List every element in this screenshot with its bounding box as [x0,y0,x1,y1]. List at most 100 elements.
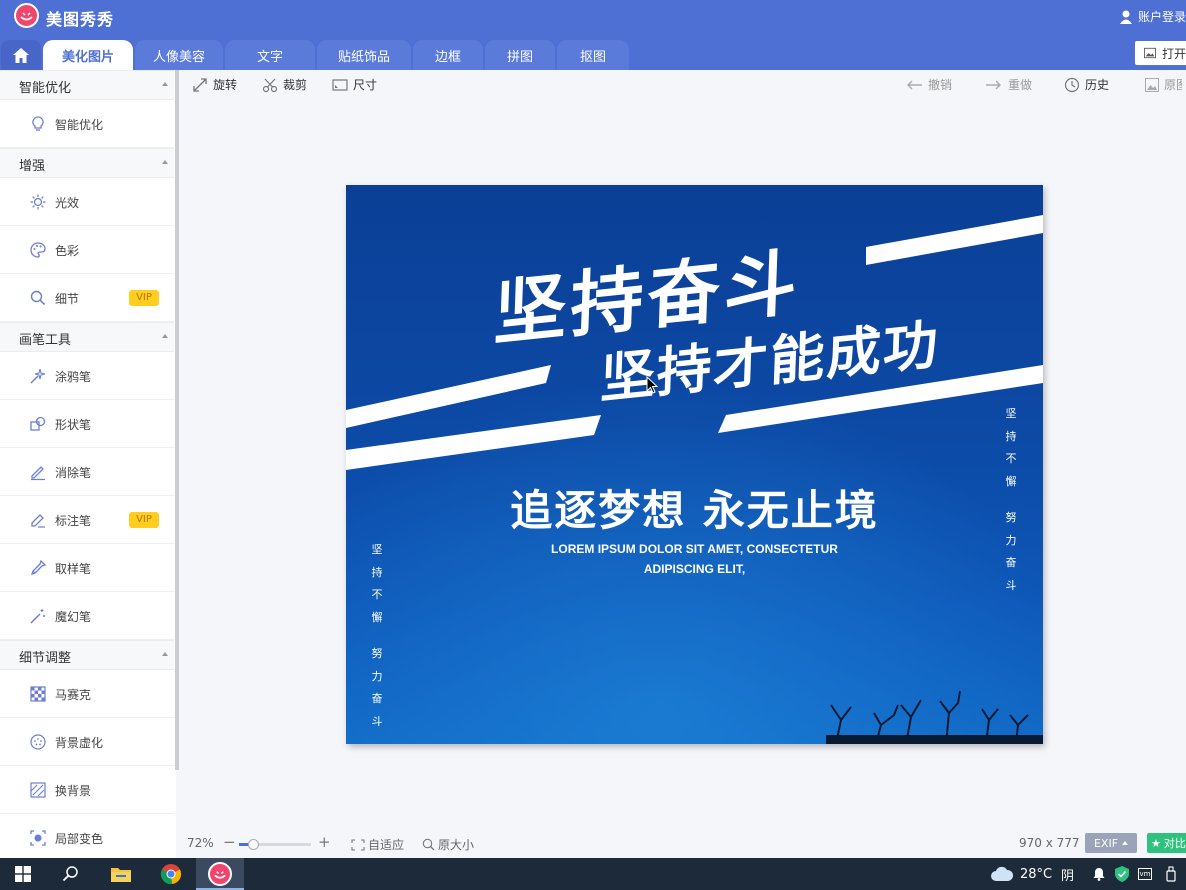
mosaic-icon [30,686,46,702]
chrome-button[interactable] [148,858,194,890]
zoom-slider[interactable] [239,839,311,850]
tool-background-blur[interactable]: 背景虚化 [0,718,174,766]
tab-portrait[interactable]: 人像美容 [135,40,223,70]
tool-replace-background[interactable]: 换背景 [0,766,174,814]
tab-beautify[interactable]: 美化图片 [43,40,133,70]
magic-wand-icon [30,609,45,624]
meitu-taskbar-button[interactable] [196,858,244,890]
tool-local-recolor[interactable]: 局部变色 [0,814,174,858]
fit-button[interactable]: 自适应 [351,836,404,853]
zoom-slider-thumb[interactable] [248,839,259,850]
tool-label: 色彩 [55,244,80,258]
chrome-icon [160,864,182,885]
tab-frames[interactable]: 边框 [413,40,483,70]
section-smart-optimize[interactable]: 智能优化 [0,70,174,100]
zoom-out-button[interactable]: − [223,833,236,851]
rotate-button[interactable]: 旋转 [192,76,237,93]
redo-button[interactable]: 重做 [985,76,1032,93]
fit-label: 自适应 [368,838,405,852]
user-icon [1119,10,1132,24]
tool-shape-pen[interactable]: 形状笔 [0,400,174,448]
image-dimensions: 970 x 777 [1019,836,1080,850]
exif-button[interactable]: EXIF [1085,833,1137,853]
weather-condition: 阴 [1061,868,1075,884]
usb-tray-button[interactable] [1162,858,1180,890]
tool-light-effect[interactable]: 光效 [0,178,174,226]
home-icon [13,47,29,63]
tab-text[interactable]: 文字 [225,40,315,70]
poster-side-char: 不 [371,588,383,601]
section-enhance[interactable]: 增强 [0,148,174,178]
crop-button[interactable]: 裁剪 [262,76,307,93]
local-color-icon [30,830,46,846]
usb-drive-icon [1166,866,1176,882]
file-explorer-button[interactable] [98,858,144,890]
star-icon: ★ [1151,836,1161,850]
compare-label: 对比 [1163,837,1186,850]
edit-toolbar: 旋转 裁剪 尺寸 撤销 重做 历史 原 [179,70,1186,100]
collapse-icon [162,334,168,338]
exif-label: EXIF [1093,836,1119,850]
undo-button[interactable]: 撤销 [905,76,952,93]
actual-size-button[interactable]: 原大小 [422,836,474,853]
scissors-icon [262,78,278,92]
tool-label: 取样笔 [55,562,92,576]
vip-badge: VIP [129,290,159,306]
tool-mosaic[interactable]: 马赛克 [0,670,174,718]
size-button[interactable]: 尺寸 [332,76,377,93]
poster-lorem-line-2: ADIPISCING ELIT, [643,562,746,576]
poster-side-char: 努 [371,647,383,660]
security-tray-button[interactable] [1113,858,1131,890]
home-tab[interactable] [1,40,41,70]
compare-button[interactable]: ★ 对比 [1147,833,1186,853]
actual-size-label: 原大小 [438,838,475,852]
tab-collage[interactable]: 拼图 [485,40,555,70]
rotate-label: 旋转 [213,78,238,92]
status-bar: 72% − + 自适应 原大小 970 x 777 EXIF ★ 对比 [179,830,1186,858]
vm-tray-button[interactable]: vm [1136,858,1154,890]
collapse-icon [162,82,168,86]
tab-cutout[interactable]: 抠图 [557,40,629,70]
start-button[interactable] [0,858,46,890]
open-button[interactable]: 打开 [1135,41,1186,65]
crop-label: 裁剪 [283,78,308,92]
photo-canvas[interactable]: 坚持奋斗 坚持才能成功 追逐梦想 永无止境 LOREM IPSUM DOLOR … [346,185,1043,744]
poster-lorem-line-1: LOREM IPSUM DOLOR SIT AMET, CONSECTETUR [551,542,838,556]
section-title: 智能优化 [19,81,72,96]
weather-widget[interactable] [988,858,1016,890]
history-button[interactable]: 历史 [1064,76,1109,93]
tool-label: 局部变色 [55,832,104,846]
app-name: 美图秀秀 [46,10,115,29]
section-detail-adjust[interactable]: 细节调整 [0,640,174,670]
tool-sample-pen[interactable]: 取样笔 [0,544,174,592]
rotate-icon [193,77,207,92]
tool-smart-optimize[interactable]: 智能优化 [0,100,174,148]
tool-color[interactable]: 色彩 [0,226,174,274]
tool-eraser-pen[interactable]: 消除笔 [0,448,174,496]
notification-button[interactable] [1091,858,1107,890]
redo-arrow-icon [986,80,1001,89]
section-brush-tools[interactable]: 画笔工具 [0,322,174,352]
tool-annotate-pen[interactable]: 标注笔 VIP [0,496,174,544]
account-login-button[interactable]: 账户登录 [1119,8,1186,25]
tool-label: 消除笔 [55,466,92,480]
windows-icon [15,866,31,882]
collapse-icon [162,160,168,164]
tab-stickers[interactable]: 贴纸饰品 [317,40,411,70]
poster-side-char: 懈 [1005,474,1017,488]
tool-label: 魔幻笔 [55,610,92,624]
title-bar: 美图秀秀 账户登录 美化图片 人像美容 文字 贴纸饰品 边框 拼图 抠图 打开 [0,0,1186,70]
tool-magic-pen[interactable]: 魔幻笔 [0,592,174,640]
undo-arrow-icon [907,80,922,89]
zoom-in-button[interactable]: + [318,833,331,851]
tool-doodle-pen[interactable]: 涂鸦笔 [0,352,174,400]
poster-side-text-right: 坚持不懈努力奋斗 [1004,403,1018,597]
tool-label: 马赛克 [55,688,92,702]
pen-icon [31,514,45,528]
search-button[interactable] [48,858,94,890]
shield-icon [1115,866,1129,882]
magnifier-icon [30,290,46,306]
cloud-icon [991,866,1014,881]
tool-detail[interactable]: 细节 VIP [0,274,174,322]
original-button[interactable]: 原图 [1145,76,1182,93]
